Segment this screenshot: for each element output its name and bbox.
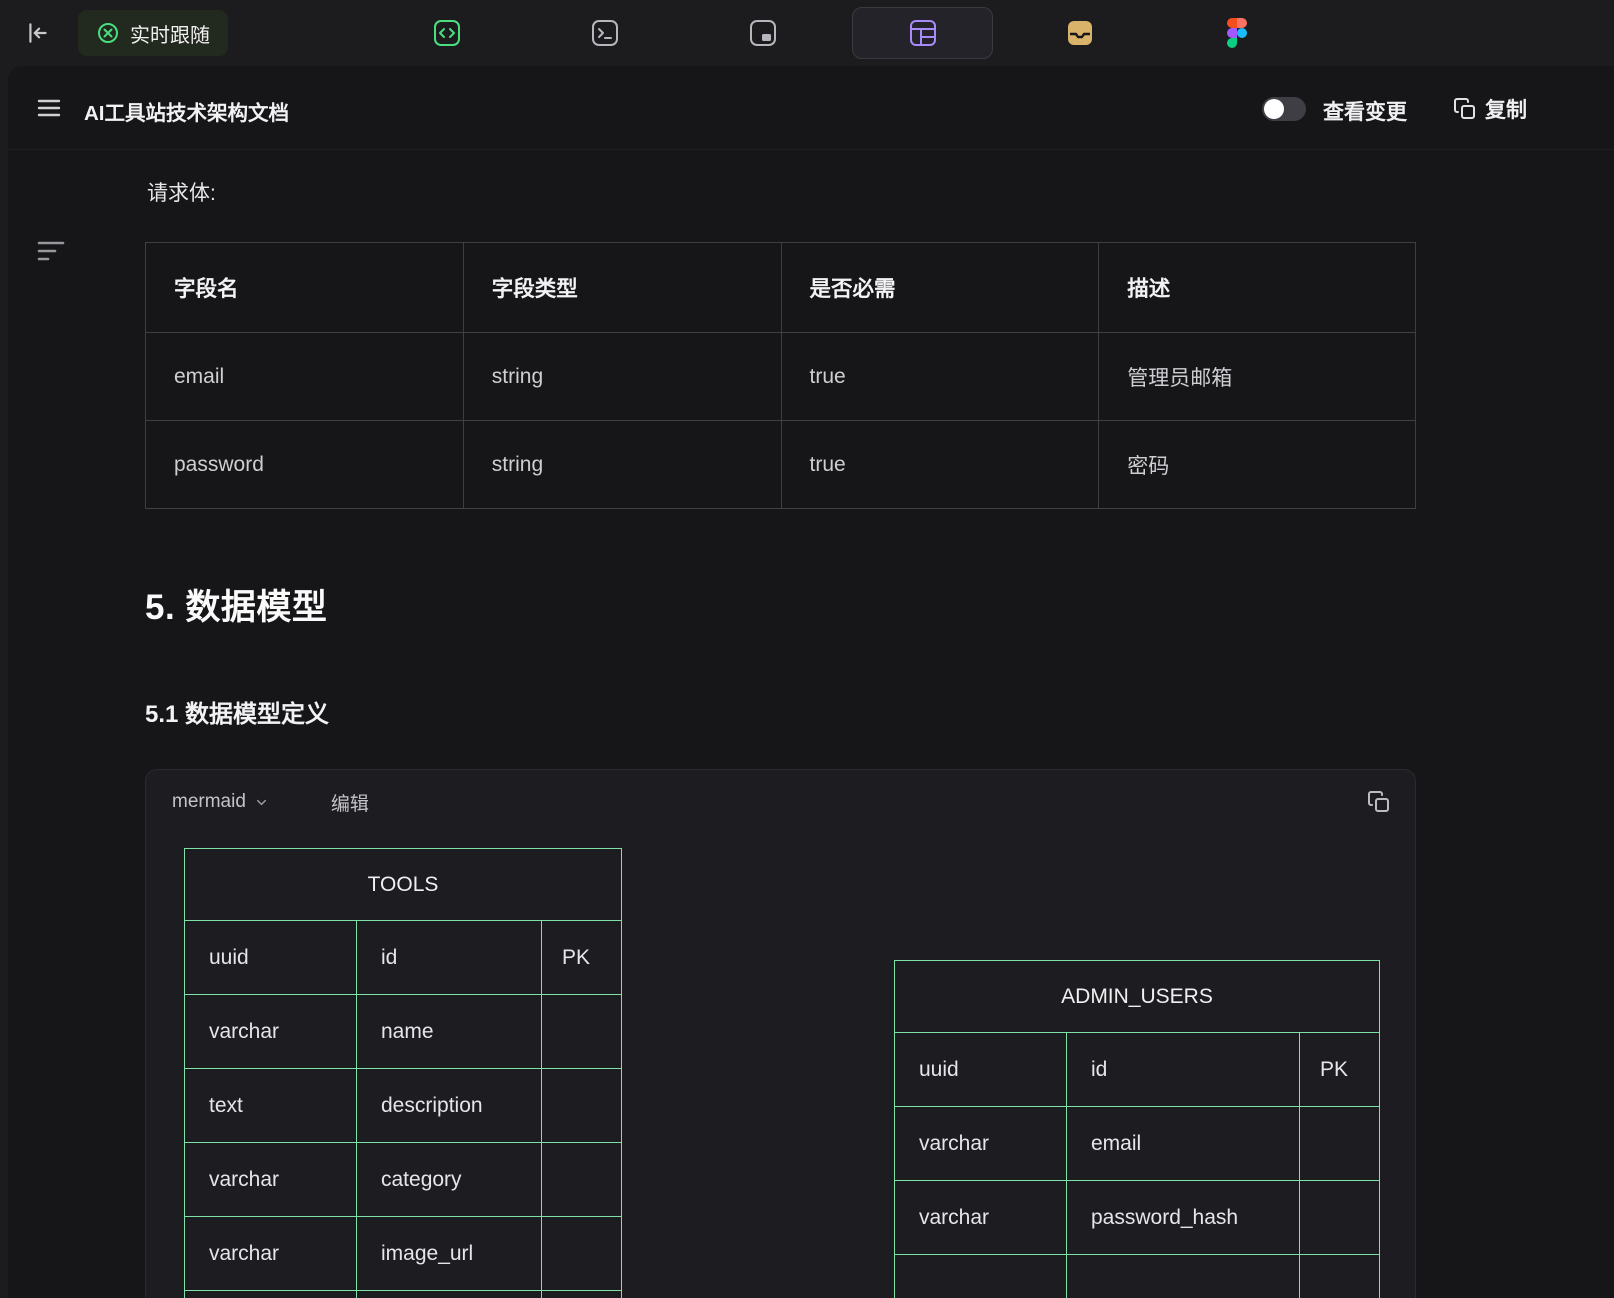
mermaid-code-block: mermaid 编辑 [145,769,1416,1298]
er-cell: password_hash [1067,1181,1300,1255]
er-cell: email [1067,1107,1300,1181]
table-cell: 密码 [1099,421,1416,509]
column-header: 描述 [1099,243,1416,333]
request-body-label: 请求体: [147,177,1416,207]
er-table-tools: TOOLS uuid id PK varchar name [184,848,622,1298]
table-cell: true [781,421,1099,509]
outline-list-button[interactable] [34,94,64,122]
er-cell: name [357,995,542,1069]
tab-code-editor[interactable] [424,10,470,56]
language-label: mermaid [172,791,246,813]
table-cell: true [781,333,1099,421]
tab-inbox[interactable] [1057,10,1103,56]
er-cell: varchar [185,1217,357,1291]
column-header: 字段名 [146,243,464,333]
tab-terminal[interactable] [582,10,628,56]
inbox-icon [1065,18,1095,48]
tab-document-table-active[interactable] [852,7,993,59]
er-cell [542,1217,622,1291]
top-bar: 实时跟随 [0,0,1614,66]
column-header: 是否必需 [781,243,1099,333]
tab-browser-preview[interactable] [740,10,786,56]
collapse-left-icon [25,20,51,46]
chevron-down-icon [254,795,269,810]
table-row: password string true 密码 [146,421,1416,509]
er-row: text description [185,1069,622,1143]
tab-figma[interactable] [1214,10,1260,56]
terminal-icon [590,18,620,48]
code-icon [432,18,462,48]
live-follow-label: 实时跟随 [130,19,210,48]
er-row: varchar image_url [185,1217,622,1291]
table-header-row: 字段名 字段类型 是否必需 描述 [146,243,1416,333]
er-row: varchar password_hash [895,1181,1380,1255]
er-cell [1300,1181,1380,1255]
er-cell: varchar [895,1107,1067,1181]
er-cell: PK [1300,1033,1380,1107]
table-cell: password [146,421,464,509]
view-changes-button[interactable]: 查看变更 [1323,96,1407,126]
er-cell: uuid [185,921,357,995]
table-cell: string [463,333,781,421]
copy-code-button[interactable] [1367,790,1391,819]
language-selector[interactable]: mermaid [172,791,269,813]
er-row: varchar name [185,995,622,1069]
er-cell: text [185,1069,357,1143]
er-cell: uuid [895,1033,1067,1107]
edit-button[interactable]: 编辑 [331,789,369,816]
er-cell [1300,1107,1380,1181]
er-row [895,1255,1380,1298]
document-title: AI工具站技术架构文档 [84,96,289,126]
document-content: 请求体: 字段名 字段类型 是否必需 描述 email string true [145,177,1416,1298]
er-row: uuid id PK [895,1033,1380,1107]
code-block-header: mermaid 编辑 [146,770,1415,834]
er-cell: PK [542,921,622,995]
request-fields-table: 字段名 字段类型 是否必需 描述 email string true 管理员邮箱… [145,242,1416,509]
er-cell: id [357,921,542,995]
er-diagram: TOOLS uuid id PK varchar name [146,834,1415,1298]
er-row: varchar category [185,1143,622,1217]
live-follow-icon [96,21,120,45]
document-panel: AI工具站技术架构文档 查看变更 复制 请求体: 字段名 [8,66,1614,1298]
er-cell [542,1069,622,1143]
column-header: 字段类型 [463,243,781,333]
subsection-heading: 5.1 数据模型定义 [145,694,1416,729]
table-cell: string [463,421,781,509]
live-follow-button[interactable]: 实时跟随 [78,10,228,56]
er-table-title: TOOLS [185,849,622,921]
er-cell [542,1143,622,1217]
er-row: uuid id PK [185,921,622,995]
er-table-title: ADMIN_USERS [895,961,1380,1033]
er-cell: description [357,1069,542,1143]
er-cell: varchar [185,995,357,1069]
copy-icon [1367,790,1391,814]
list-icon [36,96,62,120]
figma-icon [1227,18,1247,48]
table-icon [908,18,938,48]
er-row [185,1291,622,1298]
view-changes-toggle[interactable] [1262,97,1306,121]
document-scroll-area[interactable]: 请求体: 字段名 字段类型 是否必需 描述 email string true [8,150,1614,1298]
er-row: varchar email [895,1107,1380,1181]
copy-document-button[interactable]: 复制 [1453,94,1527,124]
er-cell: id [1067,1033,1300,1107]
er-cell: varchar [895,1181,1067,1255]
section-heading: 5. 数据模型 [145,579,1416,630]
er-cell: category [357,1143,542,1217]
er-cell: varchar [185,1143,357,1217]
er-cell [542,995,622,1069]
table-row: email string true 管理员邮箱 [146,333,1416,421]
table-cell: 管理员邮箱 [1099,333,1416,421]
toggle-knob [1264,99,1284,119]
browser-window-icon [748,18,778,48]
collapse-sidebar-button[interactable] [24,21,52,45]
copy-icon [1453,97,1477,121]
document-header-bar: AI工具站技术架构文档 查看变更 复制 [8,66,1614,150]
er-cell: image_url [357,1217,542,1291]
copy-document-label: 复制 [1485,94,1527,124]
table-cell: email [146,333,464,421]
er-table-admin-users: ADMIN_USERS uuid id PK varchar email [894,960,1380,1298]
